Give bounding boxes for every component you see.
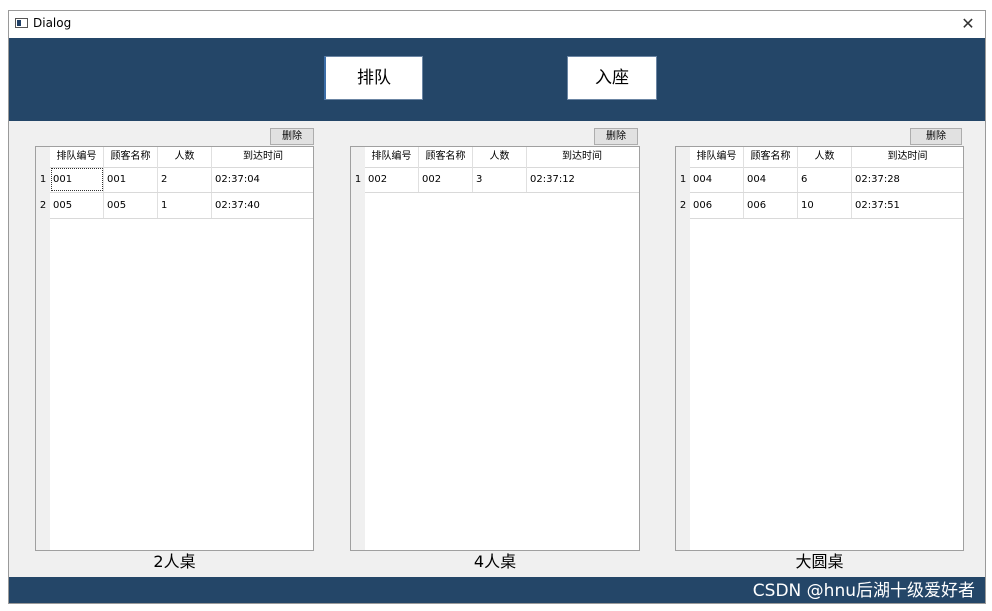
delete-button[interactable]: 删除 xyxy=(910,128,962,145)
row-header-column xyxy=(351,147,365,550)
table-cell[interactable]: 02:37:12 xyxy=(527,167,637,192)
table-cell[interactable]: 004 xyxy=(690,167,744,192)
queue-table[interactable]: 排队编号 顾客名称 人数 到达时间 1 001 001 2 02:37:04 2… xyxy=(35,146,314,551)
table-cell[interactable]: 004 xyxy=(744,167,798,192)
queue-button[interactable]: 排队 xyxy=(324,56,423,100)
row-number: 2 xyxy=(676,193,690,219)
queue-table[interactable]: 排队编号 顾客名称 人数 到达时间 1 002 002 3 02:37:12 xyxy=(350,146,640,551)
table-cell[interactable]: 005 xyxy=(104,193,158,218)
table-row[interactable]: 1 001 001 2 02:37:04 xyxy=(36,167,313,193)
column-header-queue-id[interactable]: 排队编号 xyxy=(50,147,104,167)
table-cell[interactable]: 02:37:51 xyxy=(852,193,963,218)
table-cell[interactable]: 006 xyxy=(690,193,744,218)
table-header: 排队编号 顾客名称 人数 到达时间 xyxy=(50,147,313,168)
row-number: 2 xyxy=(36,193,50,219)
row-number: 1 xyxy=(36,167,50,193)
table-cell[interactable]: 10 xyxy=(798,193,852,218)
column-header-arrival-time[interactable]: 到达时间 xyxy=(852,147,963,167)
table-row[interactable]: 2 005 005 1 02:37:40 xyxy=(36,193,313,219)
column-header-people[interactable]: 人数 xyxy=(473,147,527,167)
table-cell[interactable]: 001 xyxy=(104,167,158,192)
table-cell[interactable]: 1 xyxy=(158,193,212,218)
column-header-arrival-time[interactable]: 到达时间 xyxy=(527,147,637,167)
table-caption: 4人桌 xyxy=(473,552,517,571)
table-cell[interactable]: 006 xyxy=(744,193,798,218)
table-cell[interactable]: 3 xyxy=(473,167,527,192)
column-header-customer-name[interactable]: 顾客名称 xyxy=(744,147,798,167)
top-toolbar: 排队 入座 xyxy=(9,38,985,121)
column-header-queue-id[interactable]: 排队编号 xyxy=(365,147,419,167)
column-header-queue-id[interactable]: 排队编号 xyxy=(690,147,744,167)
bottom-band: CSDN @hnu后湖十级爱好者 xyxy=(9,577,985,603)
table-cell[interactable]: 002 xyxy=(365,167,419,192)
table-caption: 大圆桌 xyxy=(795,552,844,571)
app-window-icon xyxy=(15,18,28,28)
column-header-customer-name[interactable]: 顾客名称 xyxy=(419,147,473,167)
table-cell[interactable]: 002 xyxy=(419,167,473,192)
table-cell[interactable]: 6 xyxy=(798,167,852,192)
column-header-people[interactable]: 人数 xyxy=(158,147,212,167)
table-row[interactable]: 2 006 006 10 02:37:51 xyxy=(676,193,963,219)
table-header: 排队编号 顾客名称 人数 到达时间 xyxy=(365,147,639,168)
close-icon[interactable]: ✕ xyxy=(957,13,979,35)
column-header-customer-name[interactable]: 顾客名称 xyxy=(104,147,158,167)
row-number: 1 xyxy=(351,167,365,193)
table-cell[interactable]: 2 xyxy=(158,167,212,192)
delete-button[interactable]: 删除 xyxy=(594,128,638,145)
table-cell[interactable]: 005 xyxy=(50,193,104,218)
table-caption: 2人桌 xyxy=(153,552,196,571)
seat-button[interactable]: 入座 xyxy=(567,56,657,100)
table-cell[interactable]: 02:37:28 xyxy=(852,167,963,192)
table-cell[interactable]: 001 xyxy=(50,167,104,192)
queue-table[interactable]: 排队编号 顾客名称 人数 到达时间 1 004 004 6 02:37:28 2… xyxy=(675,146,964,551)
row-number: 1 xyxy=(676,167,690,193)
table-row[interactable]: 1 004 004 6 02:37:28 xyxy=(676,167,963,193)
column-header-arrival-time[interactable]: 到达时间 xyxy=(212,147,313,167)
watermark-text: CSDN @hnu后湖十级爱好者 xyxy=(752,581,975,601)
column-header-people[interactable]: 人数 xyxy=(798,147,852,167)
title-bar[interactable]: Dialog ✕ xyxy=(9,11,985,38)
dialog-window: Dialog ✕ 排队 入座 删除 排队编号 顾客名称 人数 到达时间 1 00… xyxy=(8,10,986,604)
table-cell[interactable]: 02:37:04 xyxy=(212,167,313,192)
table-row[interactable]: 1 002 002 3 02:37:12 xyxy=(351,167,639,193)
window-title: Dialog xyxy=(33,16,72,30)
table-cell[interactable]: 02:37:40 xyxy=(212,193,313,218)
delete-button[interactable]: 删除 xyxy=(270,128,314,145)
table-header: 排队编号 顾客名称 人数 到达时间 xyxy=(690,147,963,168)
